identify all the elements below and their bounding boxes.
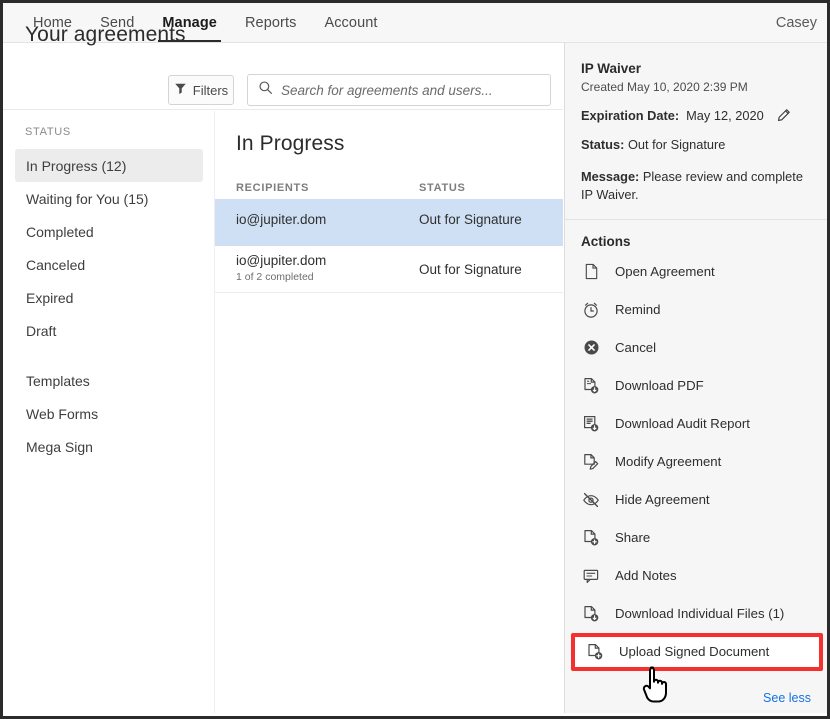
download-pdf-icon (581, 376, 601, 396)
search-icon (258, 80, 273, 100)
sidebar-divider (3, 347, 215, 364)
details-expiration-row: Expiration Date: May 12, 2020 (581, 108, 811, 123)
edit-expiration-pencil-icon[interactable] (776, 108, 791, 123)
alarm-clock-icon (581, 300, 601, 320)
action-label: Download PDF (615, 378, 704, 393)
action-label: Download Audit Report (615, 416, 750, 431)
page-title: Your agreements (25, 23, 186, 47)
sidebar-item-expired-label: Expired (26, 290, 73, 306)
application-window: Home Send Manage Reports Account Casey Y… (0, 0, 830, 719)
see-less-link[interactable]: See less (763, 691, 811, 705)
table-row[interactable]: io@jupiter.dom 1 of 2 completed Out for … (215, 246, 563, 293)
action-label: Share (615, 530, 650, 545)
sidebar-heading: STATUS (25, 126, 71, 138)
status-sidebar: STATUS In Progress (12) Waiting for You … (3, 111, 215, 716)
document-icon (581, 262, 601, 282)
action-upload-signed-document[interactable]: Upload Signed Document (571, 633, 823, 671)
sidebar-item-templates[interactable]: Templates (15, 364, 203, 397)
sidebar-item-mega-sign[interactable]: Mega Sign (15, 430, 203, 463)
nav-item-reports-label: Reports (245, 15, 296, 31)
agreement-list-panel: In Progress RECIPIENTS STATUS io@jupiter… (215, 111, 563, 716)
sidebar-item-in-progress[interactable]: In Progress (12) (15, 149, 203, 182)
details-created-date: Created May 10, 2020 2:39 PM (581, 80, 811, 94)
expiration-date-label: Expiration Date: (581, 108, 679, 123)
list-title: In Progress (236, 132, 344, 156)
comment-icon (581, 566, 601, 586)
sidebar-item-canceled-label: Canceled (26, 257, 85, 273)
action-download-pdf[interactable]: Download PDF (565, 367, 827, 405)
table-row[interactable]: io@jupiter.dom Out for Signature (215, 199, 563, 246)
action-remind[interactable]: Remind (565, 291, 827, 329)
details-status-row: Status: Out for Signature (581, 136, 811, 155)
row-progress-subtext: 1 of 2 completed (236, 271, 314, 283)
row-recipient: io@jupiter.dom (236, 253, 326, 268)
sidebar-item-web-forms[interactable]: Web Forms (15, 397, 203, 430)
sidebar-list: In Progress (12) Waiting for You (15) Co… (3, 149, 215, 463)
action-label: Add Notes (615, 568, 677, 583)
user-menu[interactable]: Casey (776, 3, 819, 42)
upload-document-icon (585, 642, 605, 662)
action-download-audit-report[interactable]: Download Audit Report (565, 405, 827, 443)
row-status: Out for Signature (419, 262, 522, 277)
cancel-circle-icon (581, 338, 601, 358)
download-files-icon (581, 604, 601, 624)
share-document-icon (581, 528, 601, 548)
action-add-notes[interactable]: Add Notes (565, 557, 827, 595)
sidebar-item-waiting-for-you-label: Waiting for You (15) (26, 191, 148, 207)
sidebar-item-templates-label: Templates (26, 373, 90, 389)
action-modify-agreement[interactable]: Modify Agreement (565, 443, 827, 481)
filters-button-label: Filters (193, 83, 228, 98)
action-cancel[interactable]: Cancel (565, 329, 827, 367)
sidebar-item-mega-sign-label: Mega Sign (26, 439, 93, 455)
sidebar-item-web-forms-label: Web Forms (26, 406, 98, 422)
sidebar-item-draft[interactable]: Draft (15, 314, 203, 347)
agreement-rows: io@jupiter.dom Out for Signature io@jupi… (215, 199, 563, 293)
action-label: Modify Agreement (615, 454, 721, 469)
action-open-agreement[interactable]: Open Agreement (565, 253, 827, 291)
action-download-individual-files[interactable]: Download Individual Files (1) (565, 595, 827, 633)
details-header: IP Waiver Created May 10, 2020 2:39 PM E… (565, 43, 827, 220)
modify-document-icon (581, 452, 601, 472)
sidebar-item-expired[interactable]: Expired (15, 281, 203, 314)
nav-item-account[interactable]: Account (310, 3, 391, 42)
sidebar-item-completed-label: Completed (26, 224, 94, 240)
row-recipient: io@jupiter.dom (236, 212, 326, 227)
action-label: Download Individual Files (1) (615, 606, 784, 621)
action-label: Remind (615, 302, 660, 317)
details-message-row: Message: Please review and complete IP W… (581, 168, 811, 205)
eye-slash-icon (581, 490, 601, 510)
download-audit-icon (581, 414, 601, 434)
sidebar-item-completed[interactable]: Completed (15, 215, 203, 248)
action-label: Hide Agreement (615, 492, 710, 507)
filters-button[interactable]: Filters (168, 75, 234, 105)
nav-item-reports[interactable]: Reports (231, 3, 310, 42)
expiration-date-value: May 12, 2020 (686, 108, 764, 123)
sidebar-item-in-progress-label: In Progress (12) (26, 158, 126, 174)
message-label: Message: (581, 169, 639, 184)
app-inner: Home Send Manage Reports Account Casey Y… (3, 3, 827, 716)
search-input[interactable] (281, 83, 536, 98)
user-menu-label: Casey (776, 15, 817, 31)
actions-title: Actions (565, 220, 827, 253)
agreement-details-panel: IP Waiver Created May 10, 2020 2:39 PM E… (564, 43, 827, 716)
sidebar-item-canceled[interactable]: Canceled (15, 248, 203, 281)
sidebar-item-waiting-for-you[interactable]: Waiting for You (15) (15, 182, 203, 215)
status-value: Out for Signature (628, 137, 725, 152)
actions-list: Open Agreement Remind (565, 253, 827, 671)
row-status: Out for Signature (419, 212, 522, 227)
action-hide-agreement[interactable]: Hide Agreement (565, 481, 827, 519)
action-label: Upload Signed Document (619, 644, 769, 659)
search-box[interactable] (247, 74, 551, 106)
column-header-status: STATUS (419, 182, 466, 194)
action-label: Open Agreement (615, 264, 715, 279)
column-header-recipients: RECIPIENTS (236, 182, 309, 194)
filter-funnel-icon (174, 82, 187, 98)
action-share[interactable]: Share (565, 519, 827, 557)
status-label: Status: (581, 137, 624, 152)
action-label: Cancel (615, 340, 656, 355)
sidebar-item-draft-label: Draft (26, 323, 56, 339)
details-document-title: IP Waiver (581, 61, 811, 76)
bottom-edge-strip (3, 713, 827, 716)
nav-item-account-label: Account (324, 15, 377, 31)
